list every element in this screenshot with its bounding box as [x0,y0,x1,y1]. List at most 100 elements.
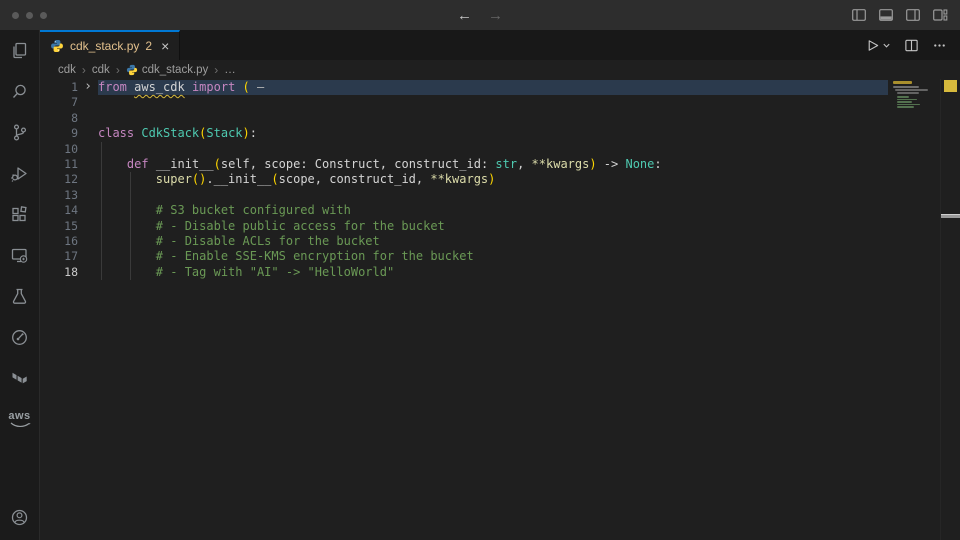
explorer-icon[interactable] [0,30,39,71]
testing-beaker-icon[interactable] [0,276,39,317]
code-line-text[interactable]: super().__init__(scope, construct_id, **… [98,172,888,187]
activity-bar: aws [0,30,40,540]
line-number: 16 [40,234,78,249]
breadcrumb-file-label: cdk_stack.py [142,64,208,76]
search-icon[interactable] [0,71,39,112]
more-actions-icon[interactable] [932,38,947,53]
window-controls [0,12,47,19]
breadcrumb-folder[interactable]: cdk [92,64,110,76]
code-line: 15 # - Disable public access for the buc… [40,219,888,234]
line-number: 8 [40,111,78,126]
indent-guide [130,234,131,249]
window-control-dot[interactable] [26,12,33,19]
gutter-space [78,172,98,187]
breadcrumb: cdk › cdk › cdk_stack.py › … [40,60,960,79]
terraform-icon[interactable] [0,358,39,399]
code-line: 12 super().__init__(scope, construct_id,… [40,172,888,187]
code-line-text[interactable] [98,95,888,110]
python-file-icon [50,39,64,53]
remote-explorer-icon[interactable] [0,235,39,276]
line-number: 7 [40,95,78,110]
python-file-icon [126,64,138,76]
window-control-dot[interactable] [40,12,47,19]
run-dropdown-chevron-icon[interactable] [882,41,891,50]
line-number: 17 [40,249,78,264]
breadcrumb-separator-icon: › [82,63,86,77]
line-number: 10 [40,142,78,157]
aws-toolkit-icon[interactable]: aws [0,399,39,440]
tab-close-icon[interactable]: × [161,38,169,54]
navigate-forward-icon[interactable]: → [488,7,503,24]
gutter-space [78,157,98,172]
breadcrumb-folder[interactable]: cdk [58,64,76,76]
editor-actions [865,30,960,60]
code-line-text[interactable]: # - Enable SSE-KMS encryption for the bu… [98,249,888,264]
toggle-primary-sidebar-icon[interactable] [851,7,867,23]
scroll-position-marker [941,214,960,218]
indent-guide [101,249,102,264]
tab-file-name: cdk_stack.py [70,39,139,53]
indent-guide [130,203,131,218]
fold-chevron-icon[interactable]: › [78,80,98,95]
toggle-secondary-sidebar-icon[interactable] [905,7,921,23]
code-line: 9 class CdkStack(Stack): [40,126,888,141]
code-line-text[interactable]: def __init__(self, scope: Construct, con… [98,157,888,172]
indent-guide [130,265,131,280]
code-line-text[interactable]: # - Disable public access for the bucket [98,219,888,234]
toggle-panel-icon[interactable] [878,7,894,23]
gutter-space [78,188,98,203]
code-line-text[interactable]: from aws_cdk import ( — [98,80,888,95]
gutter-space [78,142,98,157]
code-line: 16 # - Disable ACLs for the bucket [40,234,888,249]
code-line: 18 # - Tag with "AI" -> "HelloWorld" [40,265,888,280]
aws-logo-text: aws [8,411,30,422]
extensions-icon[interactable] [0,194,39,235]
warning-marker [944,80,957,92]
gutter-space [78,203,98,218]
indent-guide [101,157,102,172]
customize-layout-icon[interactable] [932,7,948,23]
breadcrumb-separator-icon: › [116,63,120,77]
code-line-text[interactable]: # - Tag with "AI" -> "HelloWorld" [98,265,888,280]
navigate-back-icon[interactable]: ← [457,7,472,24]
account-icon[interactable] [0,497,39,538]
line-number: 12 [40,172,78,187]
breadcrumb-symbol-ellipsis[interactable]: … [224,64,236,76]
line-number: 15 [40,219,78,234]
indent-guide [130,219,131,234]
run-and-debug-icon[interactable] [0,153,39,194]
line-number: 11 [40,157,78,172]
window-control-dot[interactable] [12,12,19,19]
source-control-icon[interactable] [0,112,39,153]
run-python-file-button[interactable] [865,38,891,53]
indent-guide [101,203,102,218]
code-line: 7 [40,95,888,110]
line-number: 13 [40,188,78,203]
code-line-text[interactable] [98,188,888,203]
gutter-space [78,111,98,126]
minimap[interactable] [890,80,938,300]
gutter-space [78,95,98,110]
indent-guide [130,249,131,264]
code-line: 11 def __init__(self, scope: Construct, … [40,157,888,172]
code-line-text[interactable] [98,111,888,126]
gutter-space [78,219,98,234]
tab-cdk-stack[interactable]: cdk_stack.py 2 × [40,30,180,60]
code-line: 14 # S3 bucket configured with [40,203,888,218]
code-line-text[interactable]: class CdkStack(Stack): [98,126,888,141]
history-graph-circle-icon[interactable] [0,317,39,358]
line-number: 1 [40,80,78,95]
indent-guide [101,219,102,234]
indent-guide [130,172,131,187]
code-rows: 1›from aws_cdk import ( — 789 class CdkSta… [40,80,888,280]
line-number: 9 [40,126,78,141]
code-line: 17 # - Enable SSE-KMS encryption for the… [40,249,888,264]
code-editor[interactable]: 1›from aws_cdk import ( — 789 class CdkSta… [40,79,960,540]
split-editor-icon[interactable] [904,38,919,53]
code-line-text[interactable] [98,142,888,157]
indent-guide [101,188,102,203]
code-line-text[interactable]: # - Disable ACLs for the bucket [98,234,888,249]
code-line: 13 [40,188,888,203]
code-line-text[interactable]: # S3 bucket configured with [98,203,888,218]
breadcrumb-file[interactable]: cdk_stack.py [126,64,208,76]
